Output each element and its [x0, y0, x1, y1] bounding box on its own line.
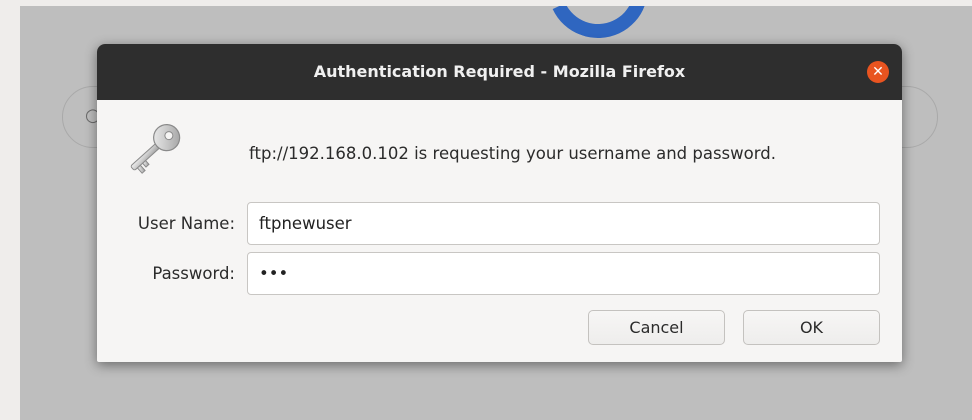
auth-dialog: Authentication Required - Mozilla Firefo…: [97, 44, 902, 362]
cancel-button[interactable]: Cancel: [588, 310, 725, 345]
password-input[interactable]: [247, 252, 880, 295]
key-icon: [130, 124, 181, 174]
close-button[interactable]: ✕: [867, 61, 889, 83]
dialog-titlebar: Authentication Required - Mozilla Firefo…: [97, 44, 902, 100]
ok-button[interactable]: OK: [743, 310, 880, 345]
auth-prompt-text: ftp://192.168.0.102 is requesting your u…: [249, 144, 776, 163]
username-input[interactable]: [247, 202, 880, 245]
password-label: Password:: [152, 264, 235, 283]
dialog-title: Authentication Required - Mozilla Firefo…: [313, 62, 686, 81]
close-icon: ✕: [872, 64, 884, 80]
screen: ○ Authentication Required - Mozilla Fire…: [0, 0, 972, 420]
username-label: User Name:: [137, 214, 235, 233]
